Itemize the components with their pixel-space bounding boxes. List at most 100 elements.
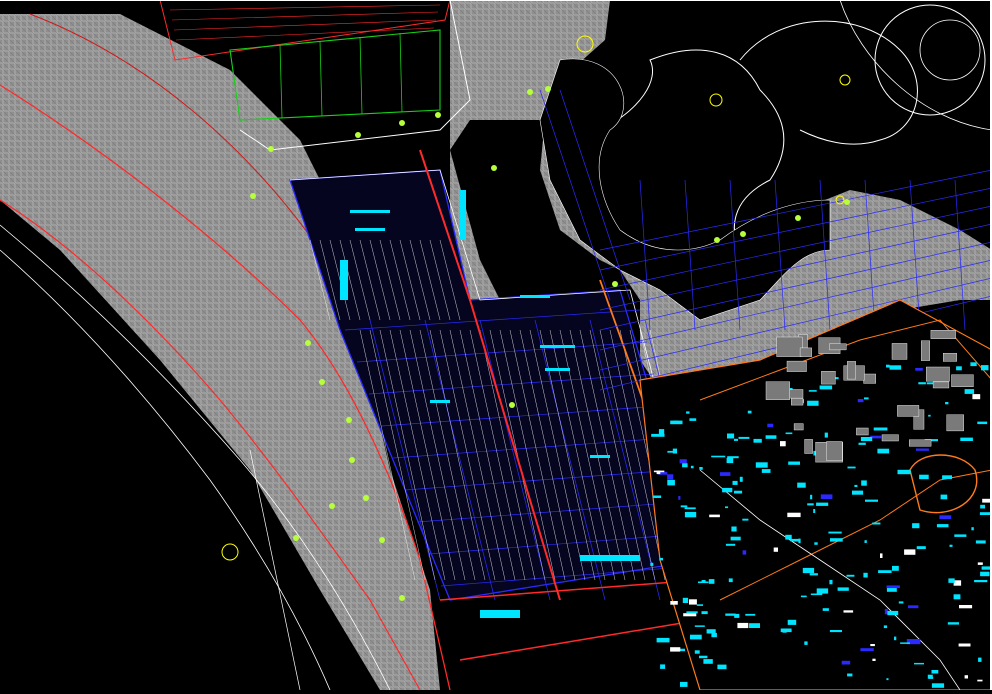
building-detail — [908, 605, 919, 609]
survey-point — [329, 503, 335, 509]
building-detail — [755, 462, 768, 468]
building-detail — [802, 567, 815, 574]
building-detail — [846, 574, 855, 577]
building-detail — [753, 438, 762, 443]
building-detail — [788, 461, 800, 465]
survey-point — [844, 199, 850, 205]
building-detail — [739, 476, 743, 482]
building-detail — [807, 503, 814, 506]
building-detail — [864, 540, 867, 543]
building-roof — [829, 343, 847, 351]
building-roof — [847, 361, 856, 380]
building-roof — [791, 398, 804, 406]
building-detail — [914, 662, 924, 665]
building-detail — [947, 622, 959, 625]
building-detail — [977, 421, 988, 425]
building-roof — [921, 340, 930, 361]
survey-point — [319, 379, 325, 385]
building-detail — [667, 479, 675, 486]
building-detail — [787, 512, 801, 518]
survey-point — [399, 120, 405, 126]
survey-point — [545, 86, 551, 92]
building-detail — [847, 466, 856, 469]
building-detail — [680, 505, 688, 508]
building-detail — [734, 490, 743, 494]
building-detail — [953, 594, 961, 600]
building-detail — [694, 625, 705, 627]
building-detail — [711, 455, 726, 458]
building-detail — [949, 544, 953, 547]
building-detail — [873, 427, 888, 431]
building-detail — [742, 550, 747, 555]
building-roof — [789, 389, 804, 399]
building-detail — [865, 499, 878, 502]
building-detail — [980, 571, 990, 577]
contour-arc — [839, 0, 992, 131]
building-detail — [958, 643, 971, 647]
building-detail — [722, 487, 733, 493]
building-detail — [667, 474, 674, 480]
building-detail — [804, 641, 808, 645]
building-detail — [939, 515, 952, 520]
building-detail — [847, 673, 853, 677]
building-detail — [800, 595, 807, 598]
building-detail — [889, 365, 902, 370]
building-detail — [898, 601, 904, 604]
survey-point — [435, 112, 441, 118]
building-roof — [804, 439, 813, 454]
building-detail — [829, 579, 833, 585]
building-roof — [799, 347, 812, 357]
building-detail — [686, 411, 690, 414]
building-detail — [819, 385, 833, 390]
building-detail — [829, 630, 842, 633]
building-detail — [780, 628, 792, 633]
building-detail — [813, 509, 816, 513]
building-detail — [745, 613, 756, 616]
building-detail — [808, 390, 817, 392]
survey-point — [527, 89, 533, 95]
building-detail — [872, 522, 881, 525]
building-detail — [916, 546, 926, 550]
building-detail — [650, 562, 654, 566]
building-detail — [918, 382, 926, 385]
building-detail — [878, 570, 892, 573]
building-detail — [785, 534, 792, 540]
building-detail — [683, 613, 697, 617]
building-detail — [945, 402, 949, 405]
survey-point — [349, 457, 355, 463]
building-detail — [900, 642, 910, 644]
building-detail — [954, 534, 967, 537]
building-detail — [656, 470, 661, 475]
building-roof — [863, 373, 876, 384]
building-detail — [864, 397, 869, 400]
building-detail — [953, 580, 962, 586]
building-detail — [699, 655, 708, 659]
cad-drawing-viewport[interactable] — [0, 0, 992, 691]
survey-point — [379, 537, 385, 543]
building-detail — [765, 435, 777, 439]
building-detail — [798, 538, 801, 544]
site-plan-drawing — [0, 0, 992, 691]
building-detail — [709, 514, 720, 518]
building-detail — [732, 480, 738, 485]
building-detail — [706, 629, 716, 634]
building-detail — [670, 601, 678, 605]
survey-point — [491, 165, 497, 171]
building-detail — [928, 414, 931, 417]
building-detail — [971, 527, 974, 531]
building-detail — [690, 634, 702, 640]
building-detail — [738, 436, 750, 439]
building-detail — [964, 675, 968, 679]
building-detail — [820, 494, 833, 499]
contour-circle-inner — [919, 19, 981, 81]
building-detail — [816, 502, 829, 506]
building-detail — [977, 562, 983, 565]
building-detail — [708, 579, 715, 584]
building-detail — [734, 438, 738, 441]
contour-shape-right — [739, 20, 918, 145]
building-detail — [810, 593, 823, 596]
building-detail — [780, 441, 786, 447]
building-detail — [860, 437, 873, 442]
building-detail — [682, 597, 689, 603]
building-detail — [860, 648, 874, 652]
